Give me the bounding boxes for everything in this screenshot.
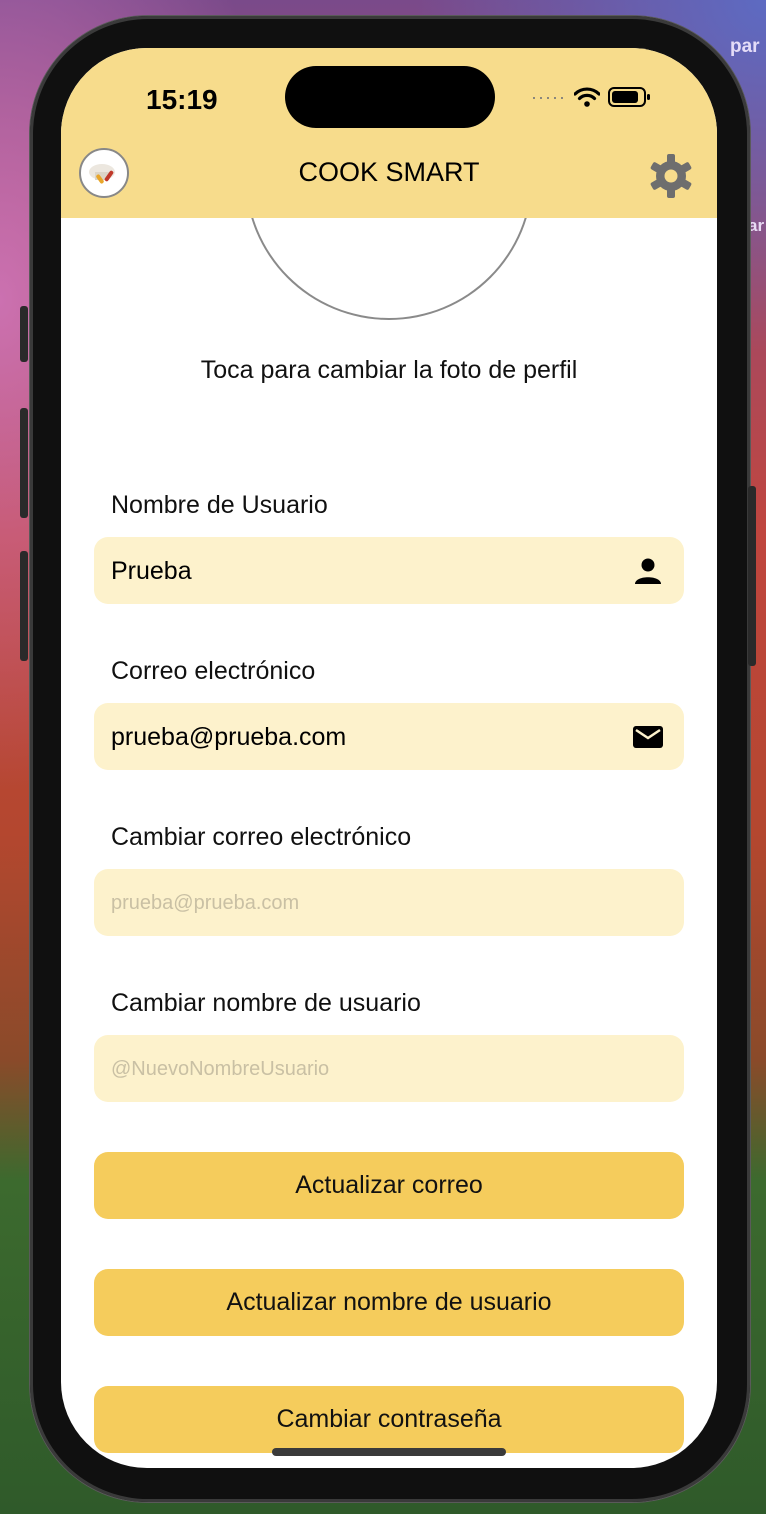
phone-volume-up xyxy=(20,408,28,518)
phone-power-button xyxy=(748,486,756,666)
username-value: Prueba xyxy=(111,557,192,585)
dynamic-island xyxy=(285,66,495,128)
app-header: 15:19 ····· COOK SMART xyxy=(61,48,717,218)
phone-side-button xyxy=(20,306,28,362)
change-password-button[interactable]: Cambiar contraseña xyxy=(94,1386,684,1453)
signal-dots: ····· xyxy=(531,86,566,107)
email-label: Correo electrónico xyxy=(111,657,316,685)
phone-volume-down xyxy=(20,551,28,661)
new-username-label: Cambiar nombre de usuario xyxy=(111,989,421,1017)
battery-icon xyxy=(607,87,650,107)
desktop-edge-text: par xyxy=(730,36,760,57)
desktop-edge-text-2: ar xyxy=(748,216,765,235)
status-time: 15:19 xyxy=(146,84,218,115)
email-field[interactable]: prueba@prueba.com xyxy=(94,703,684,770)
new-email-input[interactable]: prueba@prueba.com xyxy=(94,869,684,936)
status-indicators: ····· xyxy=(531,82,650,112)
new-username-placeholder: @NuevoNombreUsuario xyxy=(111,1058,330,1080)
new-email-placeholder: prueba@prueba.com xyxy=(111,892,300,914)
home-indicator[interactable] xyxy=(272,1448,506,1456)
username-label: Nombre de Usuario xyxy=(111,491,328,519)
username-field[interactable]: Prueba xyxy=(94,537,684,604)
email-value: prueba@prueba.com xyxy=(111,723,347,751)
app-screen: Toca para cambiar la foto de perfil Nomb… xyxy=(61,48,717,1468)
update-username-button[interactable]: Actualizar nombre de usuario xyxy=(94,1269,684,1336)
new-username-input[interactable]: @NuevoNombreUsuario xyxy=(94,1035,684,1102)
user-icon xyxy=(635,558,661,584)
mail-icon xyxy=(633,726,663,748)
profile-photo-caption: Toca para cambiar la foto de perfil xyxy=(200,356,578,384)
new-email-label: Cambiar correo electrónico xyxy=(111,823,412,851)
update-email-button[interactable]: Actualizar correo xyxy=(94,1152,684,1219)
settings-gear-icon[interactable] xyxy=(647,152,695,200)
app-title: COOK SMART xyxy=(298,157,480,187)
wifi-icon xyxy=(573,87,600,107)
